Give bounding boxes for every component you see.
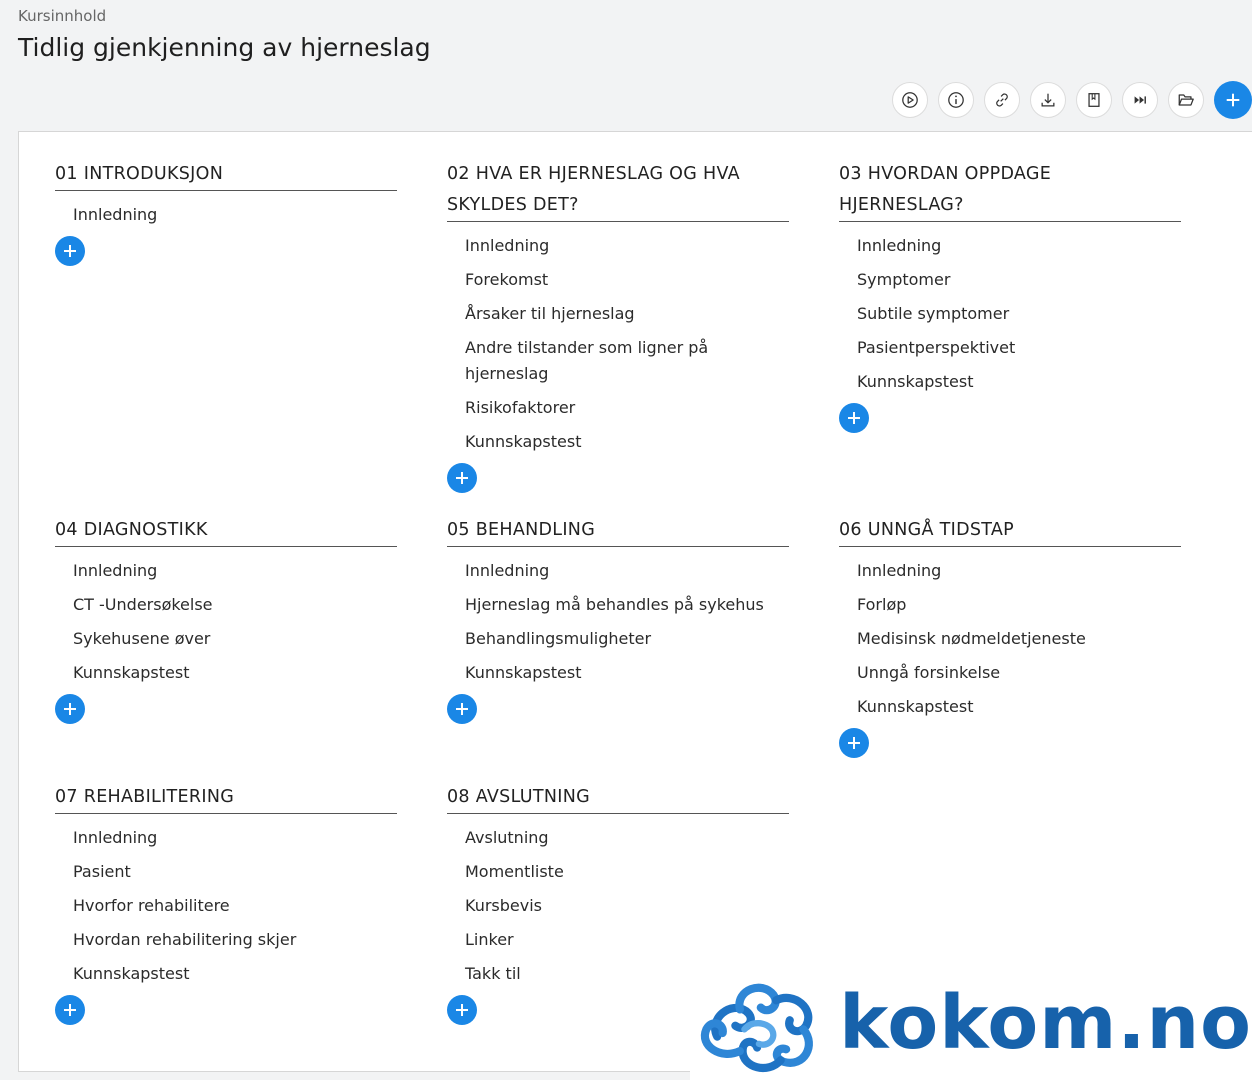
breadcrumb[interactable]: Kursinnhold xyxy=(18,7,106,25)
lesson-list: Innledning xyxy=(55,191,397,232)
lesson-item[interactable]: Kunnskapstest xyxy=(465,425,789,459)
folder-open-icon xyxy=(1178,94,1194,106)
toolbar xyxy=(892,81,1252,119)
lesson-item[interactable]: Hvorfor rehabilitere xyxy=(73,889,397,923)
lesson-item[interactable]: Innledning xyxy=(73,821,397,855)
folder-button[interactable] xyxy=(1168,82,1204,118)
lesson-item[interactable]: Momentliste xyxy=(465,855,789,889)
module-01: 01 INTRODUKSJON Innledning xyxy=(55,159,397,266)
logo-text: kokom.no xyxy=(839,980,1252,1066)
play-button[interactable] xyxy=(892,82,928,118)
lesson-item[interactable]: Sykehusene øver xyxy=(73,622,397,656)
download-button[interactable] xyxy=(1030,82,1066,118)
lesson-item[interactable]: Innledning xyxy=(857,229,1181,263)
lesson-list: Innledning Forekomst Årsaker til hjernes… xyxy=(447,222,789,459)
lesson-item[interactable]: Forløp xyxy=(857,588,1181,622)
module-title[interactable]: 08 AVSLUTNING xyxy=(447,782,789,814)
module-04: 04 DIAGNOSTIKK Innledning CT -Undersøkel… xyxy=(55,515,397,724)
lesson-list: Innledning Forløp Medisinsk nødmeldetjen… xyxy=(839,547,1181,724)
lesson-item[interactable]: Risikofaktorer xyxy=(465,391,789,425)
module-title[interactable]: 03 HVORDAN OPPDAGE HJERNESLAG? xyxy=(839,159,1181,222)
lesson-item[interactable]: Innledning xyxy=(465,554,789,588)
add-lesson-button[interactable] xyxy=(447,463,477,493)
add-lesson-button[interactable] xyxy=(55,694,85,724)
lesson-item[interactable]: Kunnskapstest xyxy=(73,656,397,690)
plus-icon xyxy=(1226,93,1240,107)
module-07: 07 REHABILITERING Innledning Pasient Hvo… xyxy=(55,782,397,1025)
bookmark-button[interactable] xyxy=(1076,82,1112,118)
plus-icon xyxy=(848,412,860,424)
lesson-item[interactable]: Kunnskapstest xyxy=(465,656,789,690)
lesson-item[interactable]: Innledning xyxy=(857,554,1181,588)
lesson-item[interactable]: Hjerneslag må behandles på sykehus xyxy=(465,588,789,622)
logo-mark-icon xyxy=(700,983,813,1073)
module-title[interactable]: 06 UNNGÅ TIDSTAP xyxy=(839,515,1181,547)
lesson-item[interactable]: Hvordan rehabilitering skjer xyxy=(73,923,397,957)
module-05: 05 BEHANDLING Innledning Hjerneslag må b… xyxy=(447,515,789,724)
skip-forward-icon xyxy=(1134,96,1146,104)
add-lesson-button[interactable] xyxy=(55,995,85,1025)
kokom-logo: kokom.no xyxy=(690,966,1252,1080)
lesson-list: Innledning Pasient Hvorfor rehabilitere … xyxy=(55,814,397,991)
play-icon xyxy=(902,92,918,108)
plus-icon xyxy=(64,245,76,257)
module-02: 02 HVA ER HJERNESLAG OG HVA SKYLDES DET?… xyxy=(447,159,789,493)
lesson-item[interactable]: Symptomer xyxy=(857,263,1181,297)
module-03: 03 HVORDAN OPPDAGE HJERNESLAG? Innlednin… xyxy=(839,159,1181,433)
link-button[interactable] xyxy=(984,82,1020,118)
lesson-item[interactable]: Kunnskapstest xyxy=(857,365,1181,399)
add-button[interactable] xyxy=(1214,81,1252,119)
add-lesson-button[interactable] xyxy=(55,236,85,266)
add-lesson-button[interactable] xyxy=(839,728,869,758)
lesson-item[interactable]: Behandlingsmuligheter xyxy=(465,622,789,656)
lesson-item[interactable]: Innledning xyxy=(73,554,397,588)
skip-forward-button[interactable] xyxy=(1122,82,1158,118)
lesson-item[interactable]: Linker xyxy=(465,923,789,957)
lesson-list: Innledning CT -Undersøkelse Sykehusene ø… xyxy=(55,547,397,690)
module-title[interactable]: 05 BEHANDLING xyxy=(447,515,789,547)
download-icon xyxy=(1041,93,1055,107)
add-lesson-button[interactable] xyxy=(447,995,477,1025)
plus-icon xyxy=(64,1004,76,1016)
lesson-item[interactable]: CT -Undersøkelse xyxy=(73,588,397,622)
lesson-item[interactable]: Medisinsk nødmeldetjeneste xyxy=(857,622,1181,656)
info-icon xyxy=(948,92,964,108)
module-title[interactable]: 04 DIAGNOSTIKK xyxy=(55,515,397,547)
lesson-item[interactable]: Pasient xyxy=(73,855,397,889)
plus-icon xyxy=(64,703,76,715)
plus-icon xyxy=(456,703,468,715)
plus-icon xyxy=(456,1004,468,1016)
course-content-panel: 01 INTRODUKSJON Innledning 02 HVA ER HJE… xyxy=(18,131,1252,1072)
add-lesson-button[interactable] xyxy=(839,403,869,433)
lesson-item[interactable]: Andre tilstander som ligner på hjernesla… xyxy=(465,331,789,391)
lesson-item[interactable]: Unngå forsinkelse xyxy=(857,656,1181,690)
module-title[interactable]: 02 HVA ER HJERNESLAG OG HVA SKYLDES DET? xyxy=(447,159,789,222)
page-title: Tidlig gjenkjenning av hjerneslag xyxy=(18,33,431,62)
plus-icon xyxy=(848,737,860,749)
lesson-list: Avslutning Momentliste Kursbevis Linker … xyxy=(447,814,789,991)
lesson-item[interactable]: Forekomst xyxy=(465,263,789,297)
lesson-item[interactable]: Årsaker til hjerneslag xyxy=(465,297,789,331)
add-lesson-button[interactable] xyxy=(447,694,477,724)
lesson-list: Innledning Symptomer Subtile symptomer P… xyxy=(839,222,1181,399)
lesson-item[interactable]: Kunnskapstest xyxy=(857,690,1181,724)
lesson-list: Innledning Hjerneslag må behandles på sy… xyxy=(447,547,789,690)
link-icon xyxy=(996,93,1008,107)
bookmark-icon xyxy=(1088,93,1100,107)
module-06: 06 UNNGÅ TIDSTAP Innledning Forløp Medis… xyxy=(839,515,1181,758)
lesson-item[interactable]: Innledning xyxy=(465,229,789,263)
lesson-item[interactable]: Innledning xyxy=(73,198,397,232)
lesson-item[interactable]: Subtile symptomer xyxy=(857,297,1181,331)
lesson-item[interactable]: Kunnskapstest xyxy=(73,957,397,991)
lesson-item[interactable]: Kursbevis xyxy=(465,889,789,923)
module-title[interactable]: 07 REHABILITERING xyxy=(55,782,397,814)
plus-icon xyxy=(456,472,468,484)
module-title[interactable]: 01 INTRODUKSJON xyxy=(55,159,397,191)
lesson-item[interactable]: Avslutning xyxy=(465,821,789,855)
info-button[interactable] xyxy=(938,82,974,118)
lesson-item[interactable]: Pasientperspektivet xyxy=(857,331,1181,365)
